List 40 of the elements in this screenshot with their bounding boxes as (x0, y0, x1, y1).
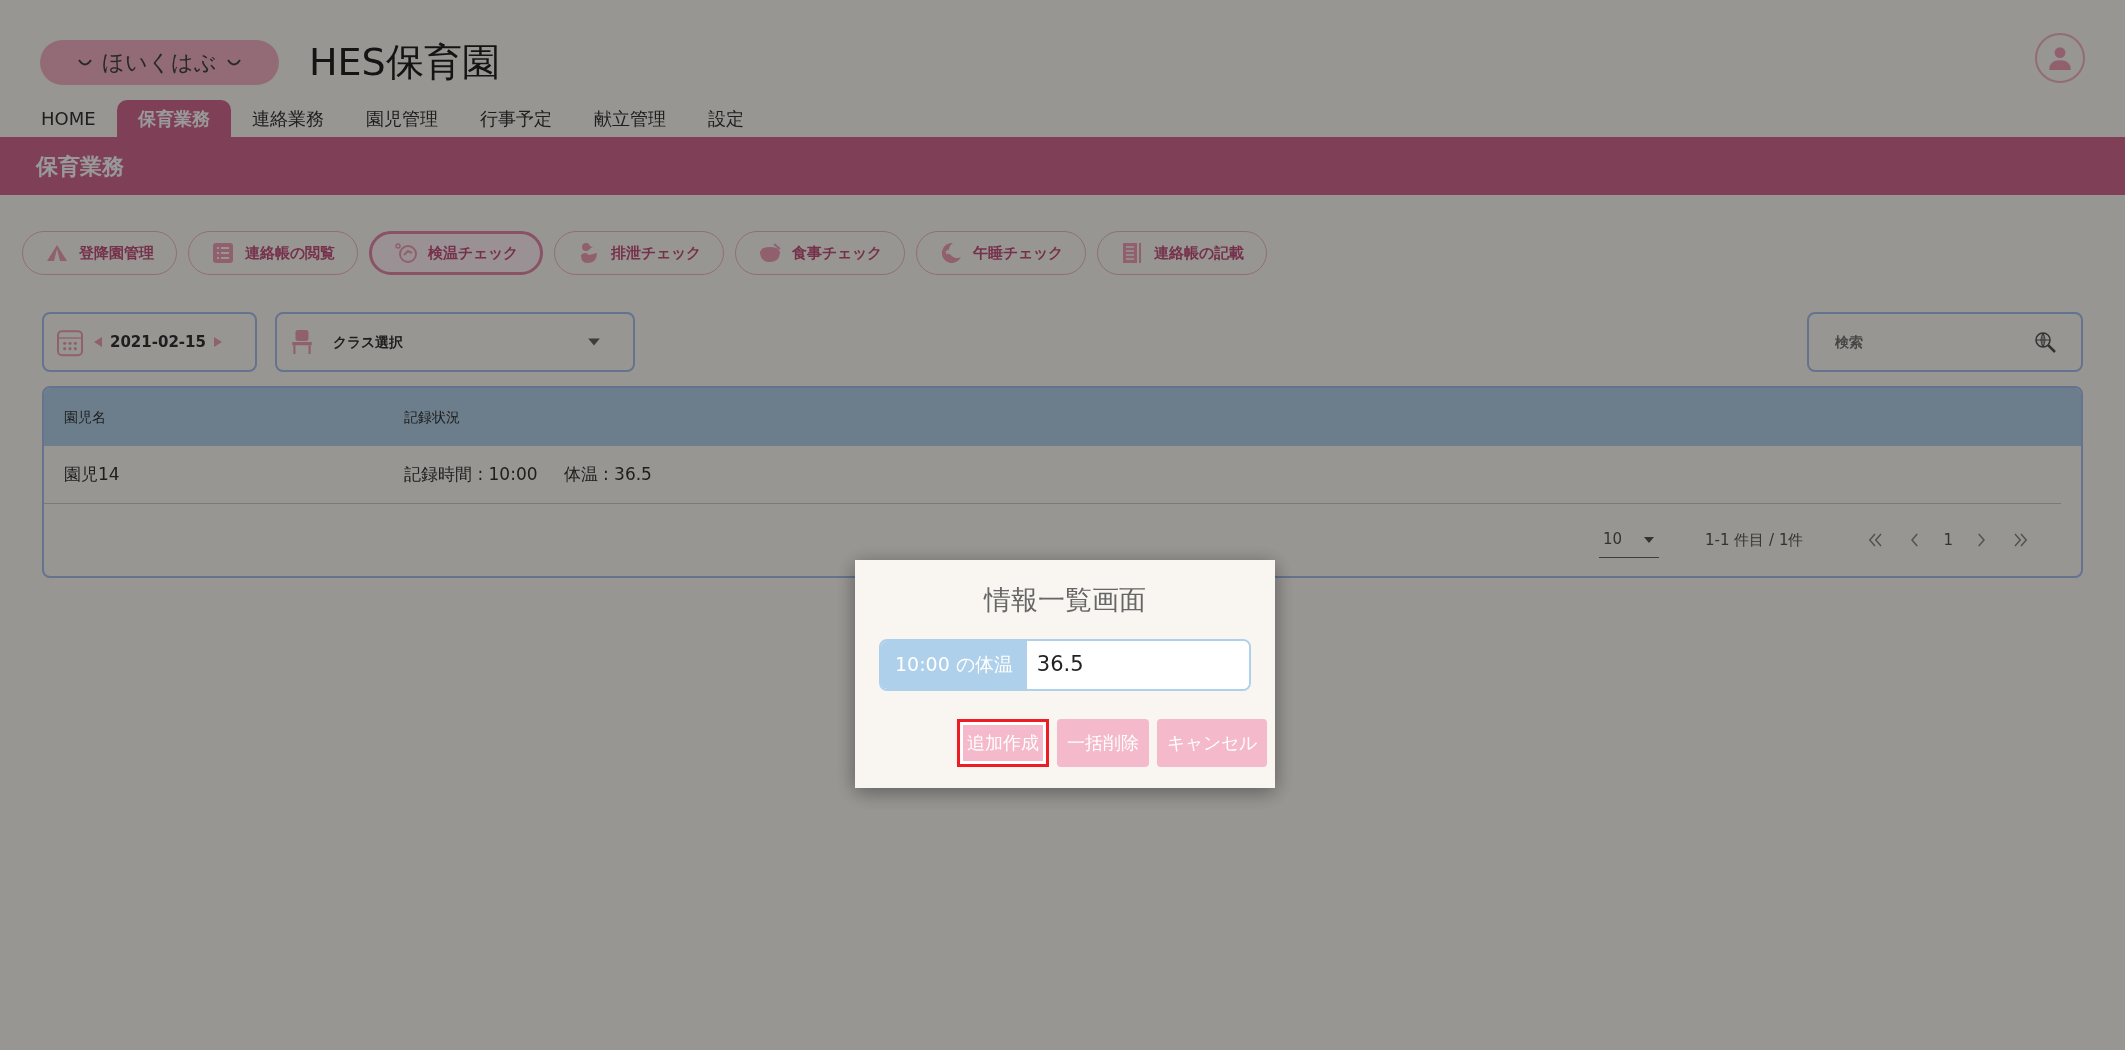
nav-tab[interactable]: 設定 (686, 100, 765, 137)
field-label: 10:00 の体温 (881, 640, 1027, 689)
nav-tab[interactable]: HOME (20, 100, 117, 137)
current-page[interactable]: 1 (1943, 528, 1953, 552)
last-page-icon[interactable] (2012, 531, 2030, 549)
logo-badge[interactable]: ほいくはぶ (40, 40, 279, 85)
notebook-icon (1120, 241, 1144, 265)
logo-text: ほいくはぶ (102, 49, 217, 77)
select-placeholder: クラス選択 (333, 332, 404, 352)
nav-tab[interactable]: 園児管理 (344, 100, 459, 137)
chair-icon (289, 327, 315, 357)
page-range-text: 1-1 件目 / 1件 (1705, 529, 1804, 551)
record-text: 記録時間 : 10:00 (404, 462, 538, 486)
modal-title: 情報一覧画面 (982, 583, 1147, 617)
person-icon (2047, 44, 2073, 71)
nav-tab[interactable]: 行事予定 (458, 100, 573, 137)
column-header: 記録状況 (404, 407, 460, 427)
temperature-field[interactable]: 10:00 の体温 36.5 (879, 638, 1251, 691)
first-page-icon[interactable] (1866, 531, 1885, 549)
search-field[interactable]: 検索 (1807, 312, 2083, 372)
class-select[interactable]: クラス選択 (275, 312, 635, 372)
moon-stars-icon (939, 241, 963, 265)
page-banner: 保育業務 (0, 137, 2125, 195)
list-icon (211, 241, 235, 265)
nav-tab[interactable]: 献立管理 (572, 100, 687, 137)
nav-tab[interactable]: 連絡業務 (230, 100, 345, 137)
nav-tab[interactable]: 保育業務 (116, 100, 231, 137)
column-header: 園児名 (63, 407, 107, 427)
modal-button[interactable]: 追加作成 (957, 718, 1049, 767)
site-title: HES保育園 (309, 39, 500, 86)
bowl-icon (758, 241, 782, 265)
page-size-select[interactable]: 10 (1599, 522, 1660, 558)
date-text: 2021-02-15 (110, 331, 206, 353)
modal-button[interactable]: キャンセル (1157, 718, 1267, 767)
record-text: 体温 : 36.5 (563, 462, 652, 486)
user-avatar-button[interactable] (2035, 32, 2085, 83)
search-icon (2033, 330, 2057, 354)
table-cell-text: 園児14 (63, 462, 121, 486)
date-picker[interactable]: 2021-02-15 (42, 312, 257, 372)
action-button[interactable]: 検温チェック (369, 231, 543, 275)
